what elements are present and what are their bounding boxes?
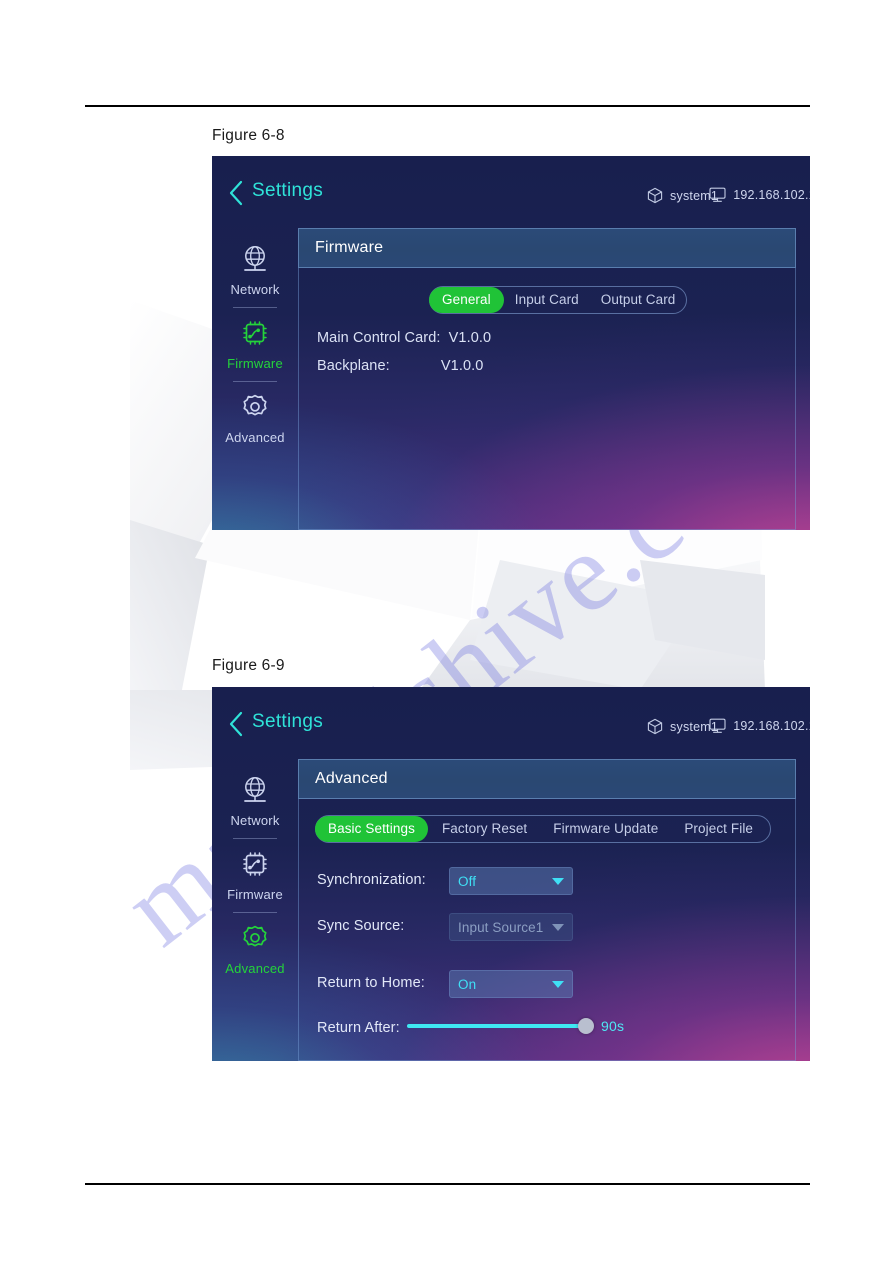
chip-icon — [212, 847, 298, 881]
chevron-left-icon[interactable] — [228, 180, 244, 206]
page-title: Settings — [252, 180, 324, 201]
cube-icon — [647, 718, 663, 735]
system-name-info: system1 — [647, 718, 718, 735]
content-panel: Advanced Basic Settings Factory Reset Fi… — [298, 759, 796, 1061]
chevron-down-icon — [552, 923, 564, 931]
sync-source-value: Input Source1 — [458, 919, 544, 935]
figure-6-8-screenshot: Settings system1 192.168.102.11 — [212, 156, 810, 530]
monitor-icon — [709, 718, 726, 734]
sidebar: Network Firmware Advanced — [212, 759, 298, 1061]
gear-icon — [212, 921, 298, 955]
ip-address-info: 192.168.102.11 — [709, 718, 810, 734]
tab-project-file[interactable]: Project File — [670, 816, 767, 842]
chip-icon — [212, 316, 298, 350]
tab-basic-settings[interactable]: Basic Settings — [315, 816, 428, 842]
sidebar-divider — [233, 307, 277, 308]
ip-address-label: 192.168.102.11 — [733, 188, 810, 202]
content-panel: Firmware General Input Card Output Card … — [298, 228, 796, 530]
return-to-home-label: Return to Home: — [317, 975, 425, 991]
tab-group: General Input Card Output Card — [429, 286, 688, 314]
chevron-left-icon[interactable] — [228, 711, 244, 737]
sidebar-item-label: Network — [230, 813, 280, 828]
figure-6-8-caption: Figure 6-8 — [212, 127, 285, 144]
synchronization-label: Synchronization: — [317, 872, 426, 888]
cube-icon — [647, 187, 663, 204]
figure-6-9-screenshot: Settings system1 192.168.102.11 — [212, 687, 810, 1061]
device-body: Network — [212, 759, 810, 1061]
chevron-down-icon — [552, 980, 564, 988]
sidebar-divider — [233, 838, 277, 839]
page-title: Settings — [252, 711, 324, 732]
info-value: V1.0.0 — [440, 358, 484, 374]
globe-icon — [212, 242, 298, 276]
info-label: Backplane: — [317, 358, 390, 374]
tab-group: Basic Settings Factory Reset Firmware Up… — [315, 815, 771, 843]
tab-general[interactable]: General — [429, 287, 504, 313]
return-after-slider[interactable]: 90s — [407, 1018, 624, 1034]
slider-knob[interactable] — [578, 1018, 594, 1034]
chevron-down-icon — [552, 877, 564, 885]
tab-firmware-update[interactable]: Firmware Update — [541, 816, 670, 842]
sidebar-item-advanced[interactable]: Advanced — [212, 384, 298, 453]
device-header: Settings system1 192.168.102.11 — [212, 687, 810, 759]
sidebar-item-firmware[interactable]: Firmware — [212, 310, 298, 379]
sync-source-select[interactable]: Input Source1 — [449, 913, 573, 941]
sidebar-item-label: Advanced — [225, 961, 285, 976]
ip-address-info: 192.168.102.11 — [709, 187, 810, 203]
return-to-home-value: On — [458, 976, 477, 992]
sidebar-item-advanced[interactable]: Advanced — [212, 915, 298, 984]
sidebar-item-label: Network — [230, 282, 280, 297]
device-body: Network — [212, 228, 810, 530]
sidebar-item-network[interactable]: Network — [212, 236, 298, 305]
info-row-main-control-card: Main Control Card: V1.0.0 — [317, 330, 491, 346]
gear-icon — [212, 390, 298, 424]
sidebar-item-label: Advanced — [225, 430, 285, 445]
monitor-icon — [709, 187, 726, 203]
slider-track[interactable] — [407, 1018, 594, 1034]
sidebar-divider — [233, 912, 277, 913]
tab-factory-reset[interactable]: Factory Reset — [428, 816, 541, 842]
system-name-info: system1 — [647, 187, 718, 204]
header-rule — [85, 105, 810, 107]
sidebar-item-label: Firmware — [227, 356, 283, 371]
panel-content: General Input Card Output Card Main Cont… — [299, 268, 795, 530]
info-row-backplane: Backplane: V1.0.0 — [317, 358, 483, 374]
panel-content: Basic Settings Factory Reset Firmware Up… — [299, 799, 795, 1061]
ip-address-label: 192.168.102.11 — [733, 719, 810, 733]
info-value: V1.0.0 — [448, 330, 492, 346]
panel-title: Firmware — [298, 228, 796, 268]
return-after-label: Return After: — [317, 1020, 400, 1036]
device-header: Settings system1 192.168.102.11 — [212, 156, 810, 228]
figure-6-9-caption: Figure 6-9 — [212, 657, 285, 674]
sidebar-item-network[interactable]: Network — [212, 767, 298, 836]
sidebar-item-firmware[interactable]: Firmware — [212, 841, 298, 910]
footer-rule — [85, 1183, 810, 1185]
tab-input-card[interactable]: Input Card — [504, 287, 590, 313]
return-to-home-select[interactable]: On — [449, 970, 573, 998]
return-after-value: 90s — [601, 1018, 625, 1034]
globe-icon — [212, 773, 298, 807]
sidebar: Network Firmware Advanced — [212, 228, 298, 530]
sync-source-label: Sync Source: — [317, 918, 405, 934]
tab-output-card[interactable]: Output Card — [590, 287, 687, 313]
synchronization-select[interactable]: Off — [449, 867, 573, 895]
sidebar-item-label: Firmware — [227, 887, 283, 902]
synchronization-value: Off — [458, 873, 477, 889]
panel-title: Advanced — [298, 759, 796, 799]
sidebar-divider — [233, 381, 277, 382]
info-label: Main Control Card: — [317, 330, 441, 346]
